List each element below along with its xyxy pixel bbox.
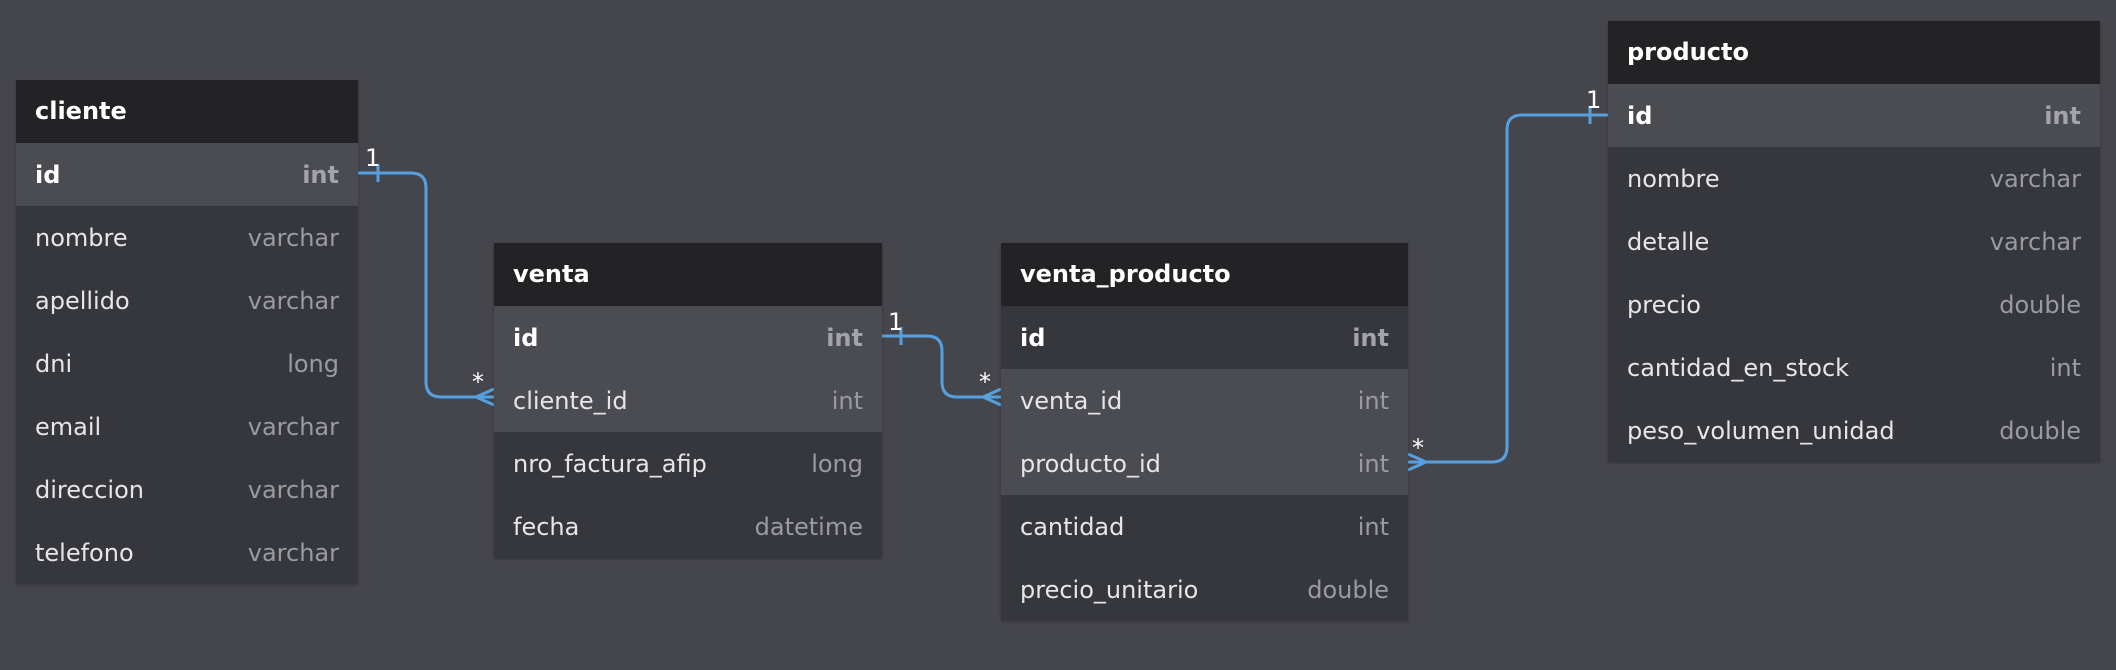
table-producto[interactable]: producto id int nombre varchar detalle v…	[1608, 21, 2100, 462]
relation-cliente-venta-from-card: 1	[365, 144, 380, 172]
field-name: peso_volumen_unidad	[1627, 416, 1895, 445]
table-venta-producto-field-id[interactable]: id int	[1001, 306, 1408, 369]
relation-producto-ventaproducto-many-marker	[1407, 452, 1430, 472]
field-type: int	[2044, 101, 2081, 130]
table-cliente-field-email[interactable]: email varchar	[16, 395, 358, 458]
field-type: datetime	[754, 512, 863, 541]
field-name: direccion	[35, 475, 144, 504]
table-venta-producto-field-cantidad[interactable]: cantidad int	[1001, 495, 1408, 558]
field-name: id	[1020, 323, 1046, 352]
field-name: id	[513, 323, 539, 352]
table-venta-producto-field-producto-id[interactable]: producto_id int	[1001, 432, 1408, 495]
table-cliente-field-nombre[interactable]: nombre varchar	[16, 206, 358, 269]
field-name: nombre	[1627, 164, 1720, 193]
table-cliente[interactable]: cliente id int nombre varchar apellido v…	[16, 80, 358, 584]
field-name: id	[35, 160, 61, 189]
table-producto-title[interactable]: producto	[1608, 21, 2100, 84]
table-producto-field-detalle[interactable]: detalle varchar	[1608, 210, 2100, 273]
table-venta-field-nro-factura-afip[interactable]: nro_factura_afip long	[494, 432, 882, 495]
table-cliente-field-telefono[interactable]: telefono varchar	[16, 521, 358, 584]
table-venta-producto[interactable]: venta_producto id int venta_id int produ…	[1001, 243, 1408, 621]
relation-venta-ventaproducto	[882, 334, 1001, 399]
table-venta-producto-title[interactable]: venta_producto	[1001, 243, 1408, 306]
table-producto-field-nombre[interactable]: nombre varchar	[1608, 147, 2100, 210]
field-type: varchar	[247, 475, 339, 504]
field-type: int	[831, 386, 863, 415]
table-cliente-title[interactable]: cliente	[16, 80, 358, 143]
relation-cliente-venta-to-card: *	[472, 368, 484, 396]
field-name: producto_id	[1020, 449, 1161, 478]
table-venta-title[interactable]: venta	[494, 243, 882, 306]
table-producto-field-peso-volumen-unidad[interactable]: peso_volumen_unidad double	[1608, 399, 2100, 462]
relation-venta-ventaproducto-to-card: *	[979, 368, 991, 396]
field-name: precio_unitario	[1020, 575, 1199, 604]
relation-producto-ventaproducto	[1408, 113, 1608, 464]
field-name: detalle	[1627, 227, 1710, 256]
field-name: apellido	[35, 286, 130, 315]
table-cliente-field-apellido[interactable]: apellido varchar	[16, 269, 358, 332]
field-name: fecha	[513, 512, 580, 541]
field-name: id	[1627, 101, 1653, 130]
table-producto-field-precio[interactable]: precio double	[1608, 273, 2100, 336]
field-name: nombre	[35, 223, 128, 252]
table-producto-field-id[interactable]: id int	[1608, 84, 2100, 147]
relation-cliente-venta-many-marker	[472, 387, 495, 407]
field-type: int	[1357, 386, 1389, 415]
field-type: double	[1999, 290, 2081, 319]
relation-venta-ventaproducto-many-marker	[979, 387, 1002, 407]
field-name: venta_id	[1020, 386, 1123, 415]
field-type: varchar	[247, 286, 339, 315]
field-type: int	[1352, 323, 1389, 352]
field-type: int	[302, 160, 339, 189]
field-type: varchar	[1989, 227, 2081, 256]
field-type: int	[826, 323, 863, 352]
table-producto-field-cantidad-en-stock[interactable]: cantidad_en_stock int	[1608, 336, 2100, 399]
field-name: cantidad	[1020, 512, 1125, 541]
table-venta-field-fecha[interactable]: fecha datetime	[494, 495, 882, 558]
field-type: varchar	[247, 412, 339, 441]
field-name: nro_factura_afip	[513, 449, 707, 478]
relation-venta-ventaproducto-from-card: 1	[888, 308, 903, 336]
field-type: double	[1307, 575, 1389, 604]
field-type: int	[1357, 512, 1389, 541]
field-name: dni	[35, 349, 73, 378]
table-venta[interactable]: venta id int cliente_id int nro_factura_…	[494, 243, 882, 558]
table-venta-field-id[interactable]: id int	[494, 306, 882, 369]
field-type: int	[2049, 353, 2081, 382]
field-type: varchar	[247, 223, 339, 252]
field-name: cliente_id	[513, 386, 628, 415]
field-name: precio	[1627, 290, 1701, 319]
table-venta-field-cliente-id[interactable]: cliente_id int	[494, 369, 882, 432]
relation-cliente-venta	[358, 171, 494, 399]
field-name: email	[35, 412, 102, 441]
relation-producto-ventaproducto-to-card: *	[1412, 434, 1424, 462]
field-name: telefono	[35, 538, 134, 567]
field-type: varchar	[247, 538, 339, 567]
diagram-canvas: 1 * 1 * 1 * cliente id int nombre varcha…	[0, 0, 2116, 670]
field-name: cantidad_en_stock	[1627, 353, 1850, 382]
table-cliente-field-id[interactable]: id int	[16, 143, 358, 206]
relation-producto-ventaproducto-from-card: 1	[1586, 86, 1601, 114]
table-cliente-field-direccion[interactable]: direccion varchar	[16, 458, 358, 521]
table-cliente-field-dni[interactable]: dni long	[16, 332, 358, 395]
field-type: int	[1357, 449, 1389, 478]
field-type: long	[811, 449, 863, 478]
table-venta-producto-field-precio-unitario[interactable]: precio_unitario double	[1001, 558, 1408, 621]
field-type: varchar	[1989, 164, 2081, 193]
field-type: double	[1999, 416, 2081, 445]
field-type: long	[287, 349, 339, 378]
table-venta-producto-field-venta-id[interactable]: venta_id int	[1001, 369, 1408, 432]
